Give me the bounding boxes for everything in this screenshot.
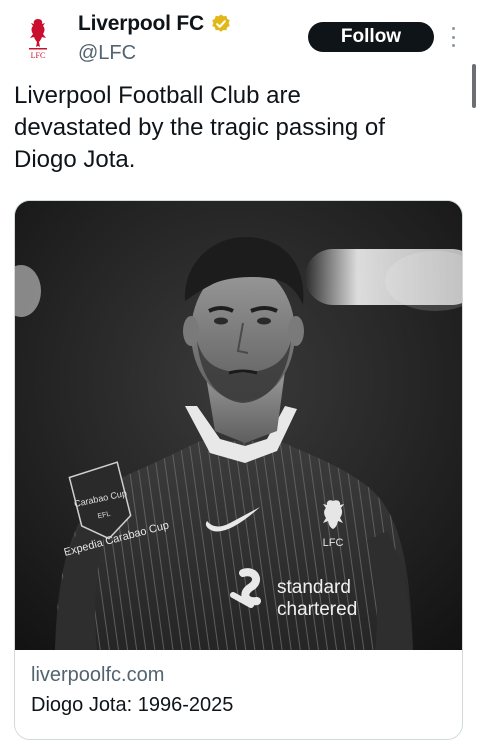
player-photo: Carabao Cup EFL Expedia Carabao Cup LFC … — [15, 201, 462, 650]
author-display-name[interactable]: Liverpool FC — [78, 12, 204, 36]
svg-text:chartered: chartered — [277, 599, 357, 620]
scrollbar-thumb[interactable] — [472, 64, 476, 108]
post-text: Liverpool Football Club are devastated b… — [14, 82, 385, 173]
verified-badge-icon — [212, 14, 230, 32]
more-dot — [451, 44, 455, 47]
more-options-icon[interactable] — [446, 24, 460, 50]
avatar[interactable]: LFC — [14, 14, 62, 62]
more-dot — [451, 35, 455, 39]
media-card[interactable]: Carabao Cup EFL Expedia Carabao Cup LFC … — [14, 200, 463, 740]
link-card-footer[interactable]: liverpoolfc.com Diogo Jota: 1996-2025 — [15, 650, 462, 739]
link-domain[interactable]: liverpoolfc.com — [31, 664, 164, 687]
liverbird-crest-icon: LFC — [29, 19, 47, 60]
author-name-row: Liverpool FC — [78, 12, 232, 36]
more-dot — [451, 27, 455, 30]
link-title[interactable]: Diogo Jota: 1996-2025 — [31, 694, 233, 717]
post-header: LFC Liverpool FC @LFC Follow — [0, 0, 478, 78]
author-handle[interactable]: @LFC — [78, 42, 136, 65]
svg-text:standard: standard — [277, 577, 351, 598]
post-image[interactable]: Carabao Cup EFL Expedia Carabao Cup LFC … — [15, 201, 462, 650]
svg-text:LFC: LFC — [323, 537, 344, 549]
follow-button[interactable]: Follow — [308, 22, 434, 52]
crest-text: LFC — [31, 51, 46, 60]
